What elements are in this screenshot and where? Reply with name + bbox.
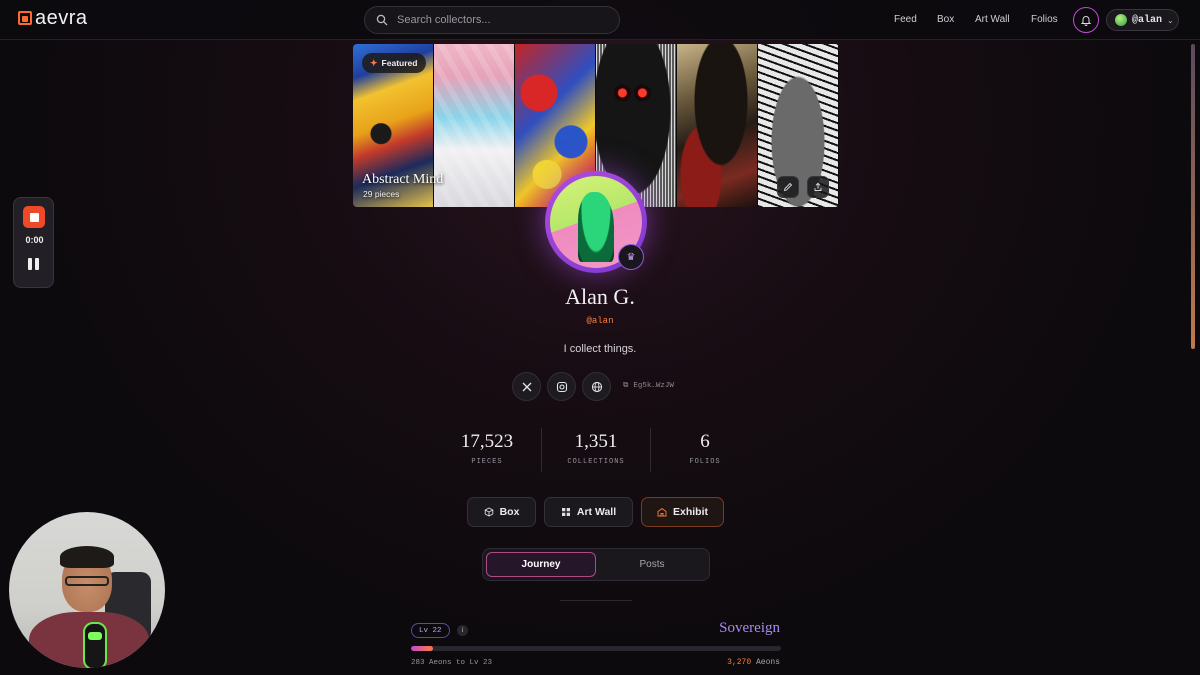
aevra-logo[interactable]: aevra xyxy=(18,7,88,29)
grid-icon xyxy=(561,508,570,516)
stat-pieces: 17,523 PIECES xyxy=(432,431,542,466)
chevron-down-icon: ⌄ xyxy=(1167,15,1174,25)
exhibit-button[interactable]: Exhibit xyxy=(641,497,724,527)
folio-count: 29 pieces xyxy=(363,189,400,199)
globe-icon xyxy=(591,381,602,392)
user-handle: @alan xyxy=(1132,14,1163,26)
logo-text: aevra xyxy=(35,7,88,29)
info-icon[interactable]: i xyxy=(457,625,468,636)
microphone-icon xyxy=(83,622,107,668)
x-twitter-link[interactable] xyxy=(512,372,541,401)
website-link[interactable] xyxy=(582,372,611,401)
level-progress-fill xyxy=(411,646,434,651)
artwork-thumbnail xyxy=(677,44,758,207)
edit-banner-button[interactable] xyxy=(777,176,799,198)
recording-time: 0:00 xyxy=(25,235,44,245)
instagram-link[interactable] xyxy=(547,372,576,401)
profile-handle: @alan xyxy=(586,316,614,326)
webcam-glasses xyxy=(65,576,109,586)
nav-link-box[interactable]: Box xyxy=(937,14,954,25)
artwork-thumbnail xyxy=(434,44,515,207)
share-icon xyxy=(814,182,822,191)
stop-recording-button[interactable] xyxy=(23,206,45,228)
stat-collections: 1,351 COLLECTIONS xyxy=(541,431,651,466)
featured-badge: ✦ Featured xyxy=(362,53,427,73)
instagram-icon xyxy=(556,381,567,392)
next-level-text: 283 Aeons to Lv 23 xyxy=(411,659,493,667)
avatar xyxy=(1115,14,1127,26)
screen-recorder-widget: 0:00 xyxy=(13,197,54,288)
webcam-person-hair xyxy=(60,546,114,568)
profile-tabs: Journey Posts xyxy=(482,548,710,581)
stat-value: 1,351 xyxy=(574,431,618,452)
pencil-icon xyxy=(783,182,793,192)
aeons-value: 3,270 xyxy=(727,658,752,667)
x-icon xyxy=(522,382,531,391)
logo-mark-icon xyxy=(18,11,32,25)
sparkle-icon: ✦ xyxy=(370,57,378,68)
art-wall-button-label: Art Wall xyxy=(576,506,617,518)
stat-label: PIECES xyxy=(471,458,503,466)
share-button[interactable] xyxy=(807,176,829,198)
nav-link-folios[interactable]: Folios xyxy=(1031,14,1058,25)
divider xyxy=(560,600,632,601)
top-nav: aevra Feed Box Art Wall Folios @alan ⌄ xyxy=(0,0,1200,40)
webcam-overlay xyxy=(9,512,165,668)
box-button-label: Box xyxy=(499,506,520,518)
mic-light xyxy=(88,632,102,640)
aeons-unit: Aeons xyxy=(755,658,780,667)
folio-title: Abstract Mind xyxy=(362,172,444,187)
search-input[interactable] xyxy=(397,14,597,26)
stat-label: FOLIOS xyxy=(689,458,721,466)
wallet-text: Eg5k…WzJW xyxy=(633,381,674,390)
profile-bio: I collect things. xyxy=(563,343,637,355)
aeons-total: 3,270 Aeons xyxy=(680,658,780,667)
art-wall-button[interactable]: Art Wall xyxy=(544,497,633,527)
crown-icon: ♛ xyxy=(618,244,644,270)
level-progress-bar xyxy=(411,646,781,651)
notifications-button[interactable] xyxy=(1073,7,1099,33)
copy-icon: ⧉ xyxy=(623,382,629,390)
bell-icon xyxy=(1080,16,1092,26)
box-button[interactable]: Box xyxy=(467,497,536,527)
stat-folios: 6 FOLIOS xyxy=(650,431,760,466)
featured-label: Featured xyxy=(381,58,418,68)
tab-posts[interactable]: Posts xyxy=(597,552,707,577)
gallery-icon xyxy=(657,507,667,517)
nav-link-art-wall[interactable]: Art Wall xyxy=(975,14,1010,25)
cube-icon xyxy=(484,507,493,517)
stat-value: 6 xyxy=(700,431,710,452)
tab-journey[interactable]: Journey xyxy=(486,552,596,577)
profile-name: Alan G. xyxy=(565,284,635,309)
pause-icon[interactable] xyxy=(28,258,40,270)
exhibit-button-label: Exhibit xyxy=(672,506,708,518)
tier-name: Sovereign xyxy=(719,620,780,636)
nav-link-feed[interactable]: Feed xyxy=(894,14,917,25)
search-icon xyxy=(376,14,388,26)
wallet-address[interactable]: ⧉ Eg5k…WzJW xyxy=(623,381,674,391)
user-menu-button[interactable]: @alan ⌄ xyxy=(1106,9,1179,31)
level-badge: Lv 22 xyxy=(411,623,450,638)
search-bar[interactable] xyxy=(364,6,620,34)
stat-label: COLLECTIONS xyxy=(567,458,625,466)
stat-value: 17,523 xyxy=(460,431,514,452)
